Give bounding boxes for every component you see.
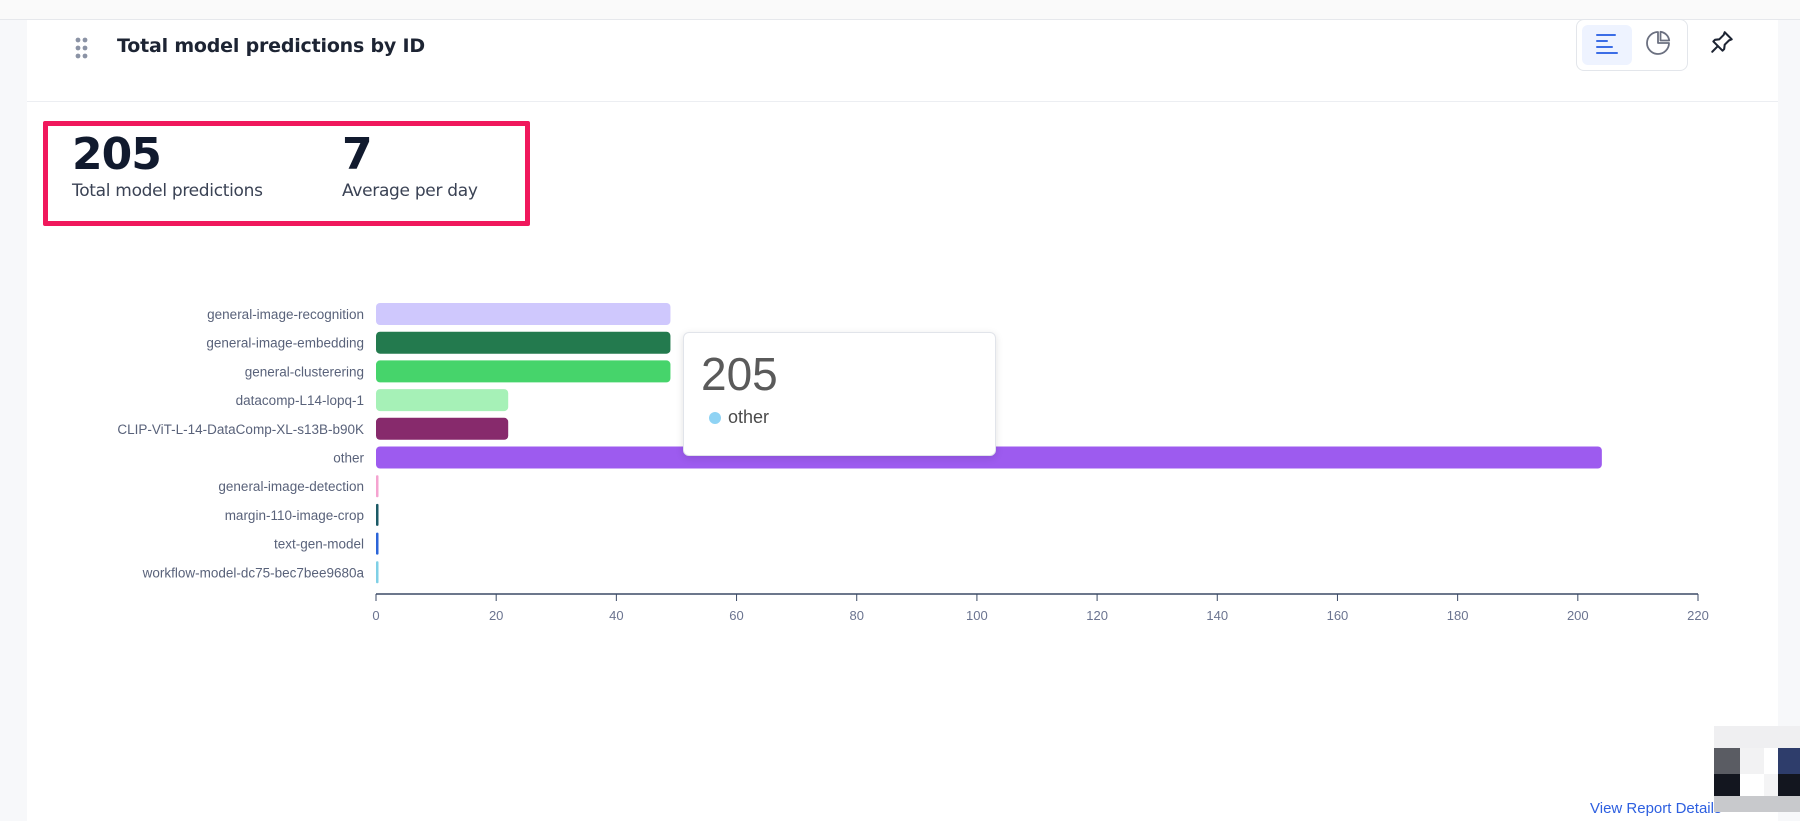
tooltip-value: 205 xyxy=(701,348,778,400)
x-tick-label: 160 xyxy=(1327,608,1349,623)
bar-1[interactable] xyxy=(376,331,671,354)
tooltip-series-label: other xyxy=(728,407,770,427)
bar-3[interactable] xyxy=(376,389,509,412)
category-label: text-gen-model xyxy=(274,537,364,552)
predictions-bar-chart: general-image-recognition general-image-e… xyxy=(117,303,1709,623)
category-label: margin-110-image-crop xyxy=(225,508,364,523)
tooltip-series: other xyxy=(709,407,769,428)
bar-0[interactable] xyxy=(376,303,671,325)
bar-9[interactable] xyxy=(376,561,379,584)
bar-6[interactable] xyxy=(376,475,379,498)
category-label: general-image-detection xyxy=(218,479,364,494)
blurred-avatar-icon xyxy=(1714,726,1800,812)
category-label: general-image-recognition xyxy=(207,307,364,322)
x-tick-label: 140 xyxy=(1206,608,1228,623)
x-tick-label: 200 xyxy=(1567,608,1589,623)
x-tick-label: 20 xyxy=(489,608,503,623)
chart-tooltip: 205 other xyxy=(683,332,996,456)
bar-4[interactable] xyxy=(376,417,509,440)
tooltip-series-dot xyxy=(709,411,721,424)
x-tick-label: 180 xyxy=(1447,608,1469,623)
category-label: other xyxy=(333,451,364,466)
category-label: workflow-model-dc75-bec7bee9680a xyxy=(142,565,365,580)
category-label: general-clusterering xyxy=(245,364,364,379)
category-label: datacomp-L14-lopq-1 xyxy=(236,393,364,408)
view-report-details-link[interactable]: View Report Details xyxy=(1590,800,1721,817)
x-tick-label: 80 xyxy=(849,608,863,623)
bar-2[interactable] xyxy=(376,360,671,383)
x-tick-label: 220 xyxy=(1687,608,1709,623)
bar-8[interactable] xyxy=(376,532,379,555)
bar-7[interactable] xyxy=(376,503,379,526)
x-tick-label: 60 xyxy=(729,608,743,623)
category-label: general-image-embedding xyxy=(206,336,364,351)
category-label: CLIP-ViT-L-14-DataComp-XL-s13B-b90K xyxy=(117,422,364,437)
x-tick-label: 40 xyxy=(609,608,623,623)
x-tick-label: 120 xyxy=(1086,608,1108,623)
x-tick-label: 100 xyxy=(966,608,988,623)
x-tick-label: 0 xyxy=(372,608,379,623)
